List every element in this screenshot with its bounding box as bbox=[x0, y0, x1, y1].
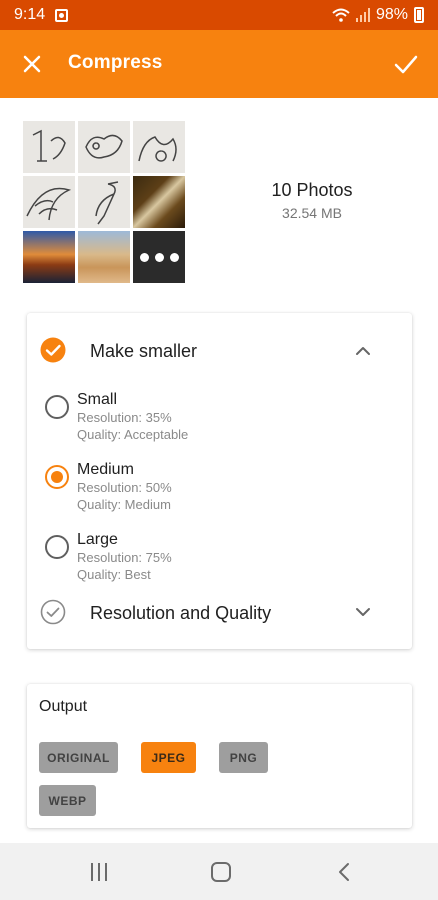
photo-thumbnail bbox=[23, 121, 75, 173]
make-smaller-title[interactable]: Make smaller bbox=[90, 341, 197, 362]
chevron-up-icon[interactable] bbox=[354, 342, 372, 360]
photo-count: 10 Photos bbox=[271, 180, 353, 200]
total-size: 32.54 MB bbox=[282, 205, 342, 221]
option-large[interactable]: Large Resolution: 75% Quality: Best bbox=[77, 531, 172, 583]
option-medium-resolution: Resolution: 50% bbox=[77, 480, 172, 495]
option-large-name: Large bbox=[77, 531, 118, 548]
option-small-resolution: Resolution: 35% bbox=[77, 410, 172, 425]
app-bar: Compress bbox=[0, 30, 438, 98]
format-chip-webp[interactable]: WEBP bbox=[39, 785, 96, 816]
resolution-quality-check-icon[interactable] bbox=[40, 599, 66, 625]
battery-icon bbox=[414, 7, 424, 23]
system-navigation-bar bbox=[0, 843, 438, 900]
confirm-check-icon[interactable] bbox=[392, 50, 420, 78]
more-photos-icon[interactable] bbox=[133, 231, 185, 283]
option-medium-name: Medium bbox=[77, 461, 134, 478]
option-small-name: Small bbox=[77, 391, 118, 408]
photo-thumbnail bbox=[23, 231, 75, 283]
home-icon[interactable] bbox=[211, 862, 231, 882]
photo-thumbnail bbox=[133, 176, 185, 228]
photo-thumbnail bbox=[133, 121, 185, 173]
back-icon[interactable] bbox=[336, 861, 352, 883]
photo-thumbnail bbox=[78, 176, 130, 228]
battery-percent: 98% bbox=[375, 6, 408, 23]
option-large-quality: Quality: Best bbox=[77, 567, 151, 582]
format-chip-original[interactable]: ORIGINAL bbox=[39, 742, 118, 773]
radio-medium[interactable] bbox=[45, 465, 69, 489]
compression-card: Make smaller Small Resolution: 35% Quali… bbox=[27, 313, 412, 649]
option-medium-quality: Quality: Medium bbox=[77, 497, 171, 512]
chevron-down-icon[interactable] bbox=[354, 603, 372, 621]
status-time: 9:14 bbox=[14, 6, 46, 23]
photo-thumbnail bbox=[78, 121, 130, 173]
option-medium[interactable]: Medium Resolution: 50% Quality: Medium bbox=[77, 461, 172, 513]
make-smaller-selected-icon[interactable] bbox=[40, 337, 66, 363]
radio-large[interactable] bbox=[45, 535, 69, 559]
photo-thumbnail bbox=[23, 176, 75, 228]
output-label: Output bbox=[39, 698, 88, 715]
format-chip-jpeg[interactable]: JPEG bbox=[141, 742, 196, 773]
status-bar: 9:14 98% bbox=[0, 0, 438, 30]
selection-summary: 10 Photos 32.54 MB bbox=[250, 180, 374, 221]
recents-icon[interactable] bbox=[89, 863, 109, 881]
notification-icon bbox=[55, 8, 69, 22]
option-small-quality: Quality: Acceptable bbox=[77, 427, 189, 442]
photo-thumbnail-grid bbox=[23, 121, 185, 283]
option-small[interactable]: Small Resolution: 35% Quality: Acceptabl… bbox=[77, 391, 188, 443]
photo-thumbnail bbox=[78, 231, 130, 283]
radio-small[interactable] bbox=[45, 395, 69, 419]
signal-icon bbox=[355, 8, 370, 22]
close-icon[interactable] bbox=[18, 50, 46, 78]
output-card: Output ORIGINAL JPEG PNG WEBP bbox=[27, 684, 412, 828]
wifi-icon bbox=[332, 8, 350, 22]
resolution-quality-title[interactable]: Resolution and Quality bbox=[90, 603, 271, 624]
format-chip-png[interactable]: PNG bbox=[219, 742, 268, 773]
option-large-resolution: Resolution: 75% bbox=[77, 550, 172, 565]
page-title: Compress bbox=[68, 52, 163, 73]
